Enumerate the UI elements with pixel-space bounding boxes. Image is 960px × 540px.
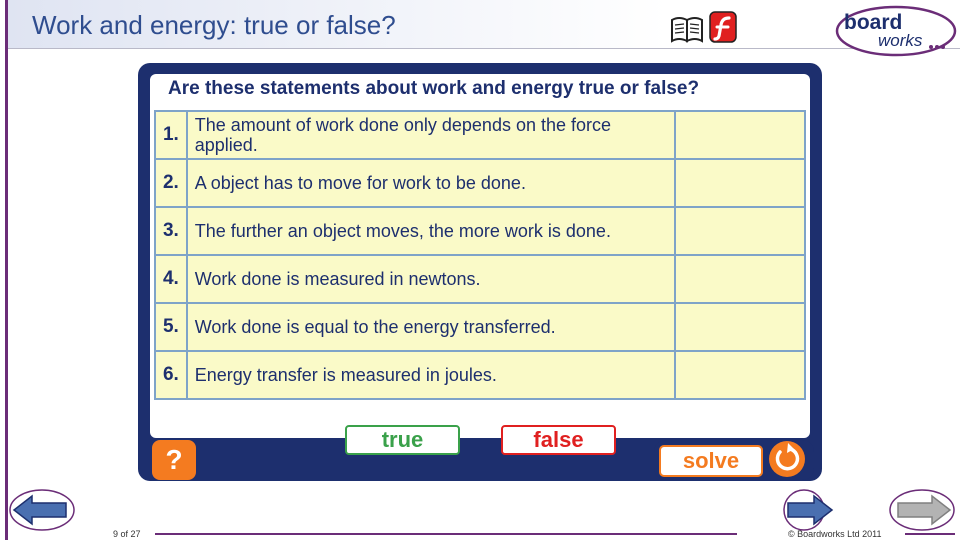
table-row: 2. A object has to move for work to be d… — [154, 158, 806, 208]
statement-text: The amount of work done only depends on … — [185, 110, 677, 160]
answer-slot[interactable] — [674, 254, 806, 304]
statement-number: 4. — [154, 254, 188, 304]
statement-text: The further an object moves, the more wo… — [185, 206, 677, 256]
boardworks-logo: board works — [835, 5, 957, 57]
table-row: 3. The further an object moves, the more… — [154, 206, 806, 256]
answer-slot[interactable] — [674, 158, 806, 208]
logo-text-works: works — [878, 31, 923, 50]
footer-rule — [905, 533, 955, 535]
help-icon[interactable]: ? — [162, 444, 186, 476]
copyright: © Boardworks Ltd 2011 — [788, 529, 882, 539]
answer-slot[interactable] — [674, 206, 806, 256]
statements-table: 1. The amount of work done only depends … — [154, 110, 806, 400]
statement-number: 2. — [154, 158, 188, 208]
flash-icon[interactable] — [708, 10, 738, 44]
footer-rule — [155, 533, 737, 535]
table-row: 5. Work done is equal to the energy tran… — [154, 302, 806, 352]
book-icon[interactable] — [670, 14, 704, 44]
statement-text: Work done is measured in newtons. — [185, 254, 677, 304]
table-row: 6. Energy transfer is measured in joules… — [154, 350, 806, 400]
next-arrow-icon[interactable] — [782, 488, 838, 532]
true-label-button[interactable]: true — [345, 425, 460, 455]
activity-question: Are these statements about work and ener… — [168, 78, 700, 99]
slide-title: Work and energy: true or false? — [32, 10, 396, 40]
statement-number: 6. — [154, 350, 188, 400]
answer-slot[interactable] — [674, 110, 806, 160]
statement-text: A object has to move for work to be done… — [185, 158, 677, 208]
answer-slot[interactable] — [674, 350, 806, 400]
statement-number: 3. — [154, 206, 188, 256]
back-arrow-icon[interactable] — [8, 488, 76, 532]
statement-number: 1. — [154, 110, 188, 160]
reset-icon[interactable] — [768, 440, 806, 478]
title-divider — [8, 48, 960, 49]
false-label-button[interactable]: false — [501, 425, 616, 455]
statement-text: Work done is equal to the energy transfe… — [185, 302, 677, 352]
statement-text: Energy transfer is measured in joules. — [185, 350, 677, 400]
solve-button[interactable]: solve — [659, 445, 763, 477]
next-slide-arrow-icon[interactable] — [888, 488, 956, 532]
table-row: 1. The amount of work done only depends … — [154, 110, 806, 160]
statement-number: 5. — [154, 302, 188, 352]
left-border-rule — [5, 0, 8, 540]
answer-slot[interactable] — [674, 302, 806, 352]
page-indicator: 9 of 27 — [113, 529, 141, 539]
table-row: 4. Work done is measured in newtons. — [154, 254, 806, 304]
